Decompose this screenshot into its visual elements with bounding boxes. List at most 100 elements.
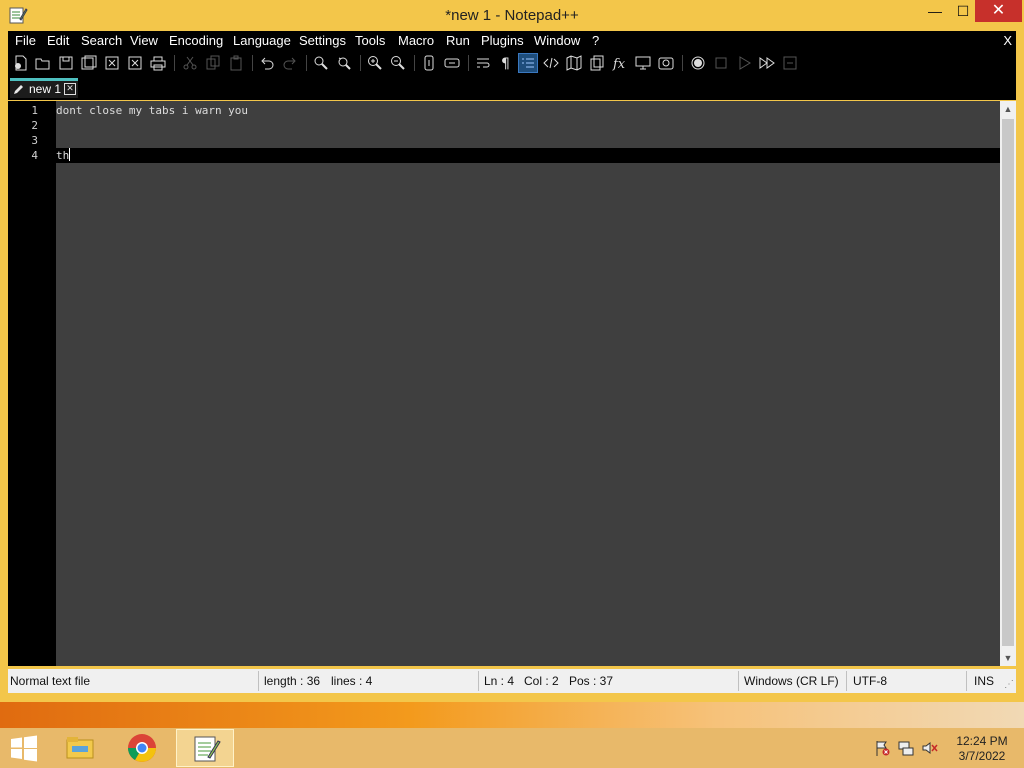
line-number-gutter: 1 2 3 4 [8, 101, 56, 666]
status-lines: lines : 4 [331, 674, 373, 688]
line-number: 4 [31, 149, 38, 162]
tab-close-icon[interactable]: ✕ [64, 83, 76, 95]
scroll-down-icon[interactable]: ▼ [1000, 650, 1016, 666]
volume-muted-icon[interactable] [922, 740, 938, 756]
paste-icon[interactable] [226, 53, 246, 73]
menu-tools[interactable]: Tools [355, 33, 385, 48]
status-separator [966, 671, 967, 691]
folder-as-workspace-icon[interactable] [633, 53, 653, 73]
toolbar-separator [682, 55, 683, 71]
menu-macro[interactable]: Macro [398, 33, 434, 48]
network-icon[interactable] [898, 740, 914, 756]
toolbar-separator [360, 55, 361, 71]
code-line-current[interactable]: th [56, 148, 1000, 163]
toolbar-separator [414, 55, 415, 71]
close-icon[interactable] [102, 53, 122, 73]
menu-encoding[interactable]: Encoding [169, 33, 223, 48]
menu-edit[interactable]: Edit [47, 33, 69, 48]
status-ln: Ln : 4 [484, 674, 515, 688]
document-map-icon[interactable] [564, 53, 584, 73]
replace-icon[interactable] [334, 53, 354, 73]
copy-icon[interactable] [203, 53, 223, 73]
start-button-icon[interactable] [8, 732, 40, 764]
file-explorer-icon[interactable] [64, 732, 96, 764]
sync-vertical-icon[interactable] [419, 53, 439, 73]
line-number: 3 [31, 134, 38, 147]
status-encoding[interactable]: UTF-8 [853, 674, 887, 688]
document-list-icon[interactable] [587, 53, 607, 73]
tab-label: new 1 [29, 82, 62, 96]
redo-icon[interactable] [280, 53, 300, 73]
clock-date: 3/7/2022 [958, 749, 1006, 763]
pencil-icon [14, 85, 23, 94]
toolbar: ¶ fx [8, 51, 1016, 75]
menu-help[interactable]: ? [592, 33, 599, 48]
close-document-button[interactable]: X [1003, 33, 1012, 48]
editor-area[interactable]: 1 2 3 4 dont close my tabs i warn you th… [8, 101, 1016, 666]
function-list-icon[interactable]: fx [610, 53, 630, 73]
scrollbar-thumb[interactable] [1002, 119, 1014, 646]
user-defined-language-icon[interactable] [541, 53, 561, 73]
taskbar: 12:24 PM 3/7/2022 [0, 728, 1024, 768]
open-file-icon[interactable] [33, 53, 53, 73]
system-clock[interactable]: 12:24 PM 3/7/2022 [950, 734, 1014, 764]
notepadpp-icon [194, 736, 221, 762]
playback-macro-icon[interactable] [734, 53, 754, 73]
clock-time: 12:24 PM [956, 734, 1008, 748]
save-all-icon[interactable] [79, 53, 99, 73]
status-separator [846, 671, 847, 691]
menu-language[interactable]: Language [233, 33, 291, 48]
tab-bar: new 1 ✕ [8, 75, 1016, 100]
menu-plugins[interactable]: Plugins [481, 33, 524, 48]
save-icon[interactable] [56, 53, 76, 73]
monitoring-icon[interactable] [656, 53, 676, 73]
find-icon[interactable] [311, 53, 331, 73]
status-eol[interactable]: Windows (CR LF) [744, 674, 839, 688]
menu-run[interactable]: Run [446, 33, 470, 48]
close-window-button[interactable]: ✕ [975, 0, 1022, 22]
status-pos: Pos : 37 [569, 674, 614, 688]
toolbar-separator [468, 55, 469, 71]
title-bar[interactable]: *new 1 - Notepad++ — ☐ ✕ [0, 0, 1024, 30]
zoom-in-icon[interactable] [365, 53, 385, 73]
taskbar-notepadpp-button[interactable] [176, 729, 234, 767]
sync-horizontal-icon[interactable] [442, 53, 462, 73]
status-separator [258, 671, 259, 691]
code-line-text: dont close my tabs i warn you [56, 104, 249, 117]
close-all-icon[interactable] [125, 53, 145, 73]
menu-settings[interactable]: Settings [299, 33, 346, 48]
tab-new-1[interactable]: new 1 ✕ [10, 78, 78, 98]
chrome-icon[interactable] [126, 732, 158, 764]
resize-grip-icon[interactable]: ⋰ [1004, 679, 1014, 690]
undo-icon[interactable] [257, 53, 277, 73]
run-macro-multiple-icon[interactable] [757, 53, 777, 73]
save-macro-icon[interactable] [780, 53, 800, 73]
vertical-scrollbar[interactable]: ▲ ▼ [1000, 101, 1016, 666]
print-icon[interactable] [148, 53, 168, 73]
menu-view[interactable]: View [130, 33, 158, 48]
menu-search[interactable]: Search [81, 33, 122, 48]
desktop-background [0, 702, 1024, 728]
word-wrap-icon[interactable] [473, 53, 493, 73]
toolbar-separator [174, 55, 175, 71]
scroll-up-icon[interactable]: ▲ [1000, 101, 1016, 117]
menu-window[interactable]: Window [534, 33, 580, 48]
window-title: *new 1 - Notepad++ [445, 7, 579, 24]
new-file-icon[interactable] [11, 53, 31, 73]
zoom-out-icon[interactable] [388, 53, 408, 73]
stop-recording-icon[interactable] [711, 53, 731, 73]
toolbar-separator [306, 55, 307, 71]
code-line[interactable] [56, 119, 1000, 134]
code-line[interactable]: dont close my tabs i warn you [56, 104, 1000, 119]
action-center-flag-icon[interactable] [874, 740, 890, 756]
cut-icon[interactable] [180, 53, 200, 73]
show-all-characters-icon[interactable]: ¶ [496, 53, 516, 73]
menu-file[interactable]: File [15, 33, 36, 48]
status-insert-mode[interactable]: INS [974, 674, 994, 688]
status-col: Col : 2 [524, 674, 559, 688]
record-macro-icon[interactable] [688, 53, 708, 73]
line-number: 2 [31, 119, 38, 132]
code-line[interactable] [56, 134, 1000, 149]
status-separator [738, 671, 739, 691]
indent-guide-icon[interactable] [518, 53, 538, 73]
